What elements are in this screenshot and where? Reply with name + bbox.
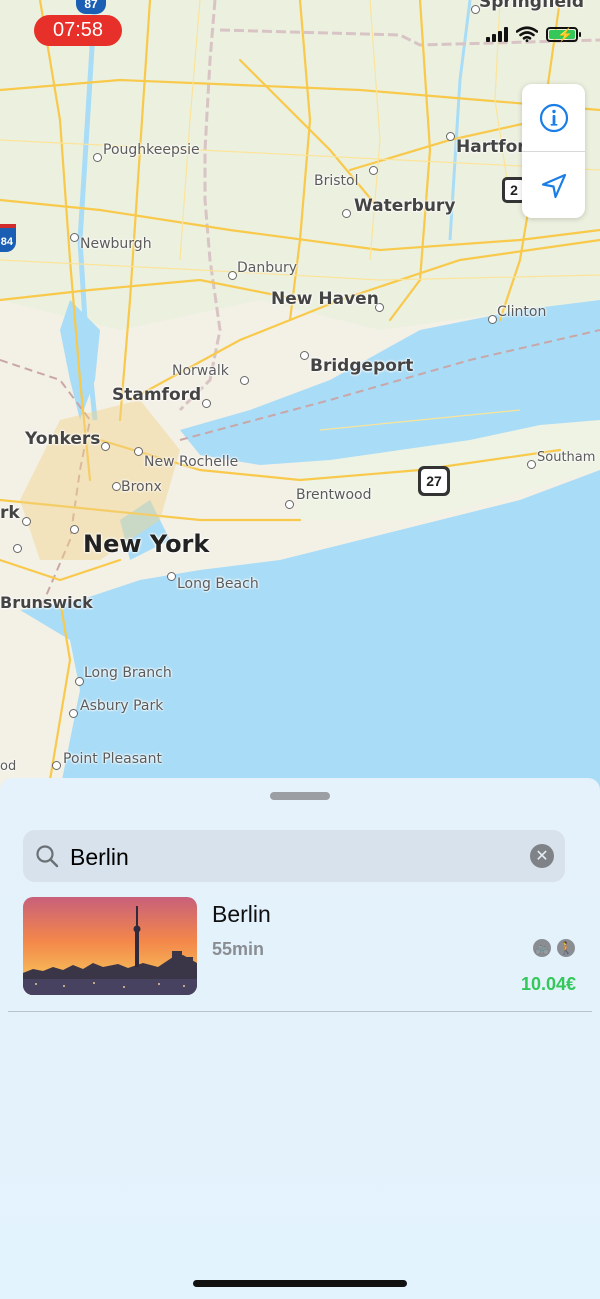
city-label: Norwalk [172,363,229,379]
city-label: New Haven [271,289,379,309]
city-dot [240,376,249,385]
battery-charging-icon: ⚡ [546,26,581,42]
walk-icon: 🚶 [557,939,575,957]
result-mode-icons: 🚲 🚶 [533,939,575,957]
location-arrow-icon [541,173,566,198]
city-dot [527,460,536,469]
divider [8,1011,592,1012]
city-label: Bristol [314,173,359,189]
status-time-pill[interactable]: 07:58 [34,15,122,46]
bike-icon: 🚲 [533,939,551,957]
city-dot [300,351,309,360]
city-label: Brentwood [296,487,372,503]
wifi-icon [516,26,538,42]
city-dot [202,399,211,408]
result-thumbnail [23,897,197,995]
status-icons: ⚡ [486,24,581,44]
city-dot [285,500,294,509]
city-label: Danbury [237,260,298,276]
route-shield-87: 87 [76,0,106,14]
city-label: Yonkers [25,429,101,449]
city-dot [446,132,455,141]
city-label: Waterbury [354,196,456,216]
city-label: Stamford [112,385,202,405]
map-controls [522,84,585,218]
result-duration: 55min [212,939,265,959]
list-item[interactable]: Berlin 55min 🚲 🚶 10.04€ [23,897,583,997]
city-label: Southam [537,450,596,465]
city-label: Long Beach [177,576,259,592]
result-title: Berlin [212,901,271,927]
city-dot [13,544,22,553]
cellular-signal-icon [486,26,508,42]
result-price: 10.04€ [520,974,576,994]
city-label: Asbury Park [80,698,164,714]
city-label: Springfield [479,0,585,12]
city-dot [112,482,121,491]
search-bar[interactable]: ✕ [23,830,565,884]
sheet-grabber-handle[interactable] [270,792,330,800]
route-shield-27: 27 [418,466,450,496]
home-indicator[interactable] [193,1280,407,1287]
bottom-sheet[interactable]: ✕ [0,778,600,1299]
locate-me-button[interactable] [522,152,585,219]
search-input[interactable] [68,830,512,884]
city-dot [22,517,31,526]
city-dot [167,572,176,581]
city-dot [342,209,351,218]
city-dot [70,233,79,242]
city-label-new-york: New York [83,530,210,558]
city-label: Brunswick [0,593,93,612]
city-label: Point Pleasant [63,751,162,767]
map-view[interactable]: 87 84 2 27 Springfield Hartford Poughkee… [0,0,600,790]
search-icon [36,845,59,868]
info-icon [539,103,568,132]
city-label: Bronx [121,479,162,495]
city-label: New Rochelle [144,454,239,470]
city-dot [228,271,237,280]
city-label: Newburgh [80,236,152,252]
route-shield-84: 84 [0,224,16,252]
city-dot [101,442,110,451]
city-label: Bridgeport [310,356,414,376]
city-label: Poughkeepsie [103,142,200,158]
city-dot [369,166,378,175]
city-label: od [0,759,17,774]
clear-search-icon[interactable]: ✕ [530,844,554,868]
city-dot [70,525,79,534]
city-dot [488,315,497,324]
city-label: Clinton [497,304,547,320]
info-button[interactable] [522,84,585,151]
status-time: 07:58 [52,19,104,41]
city-dot [69,709,78,718]
city-dot [52,761,61,770]
city-dot [93,153,102,162]
city-dot [134,447,143,456]
city-label: rk [0,503,20,523]
city-label: Long Branch [84,665,172,681]
city-dot [75,677,84,686]
